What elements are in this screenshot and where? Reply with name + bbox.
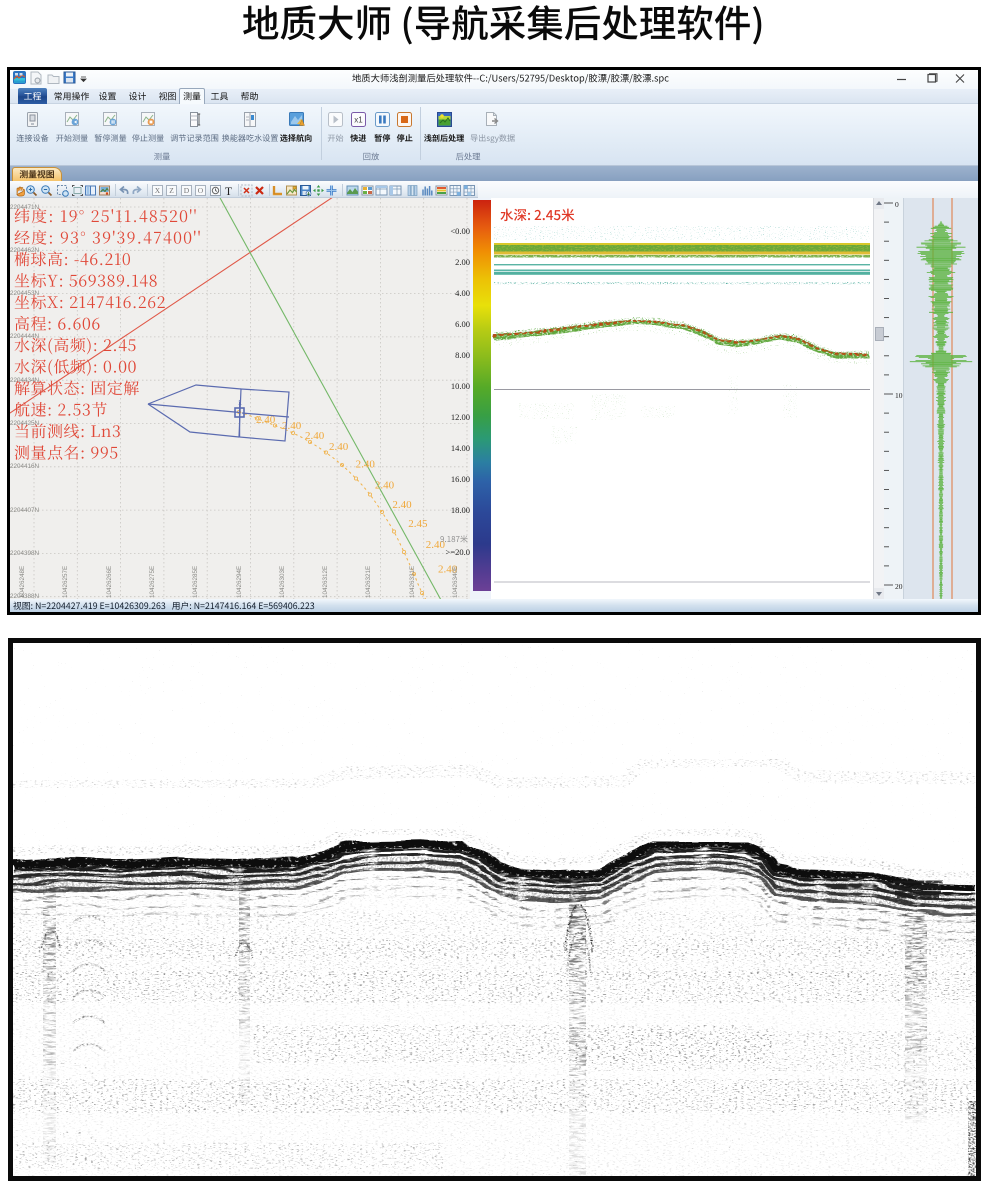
svg-text:0: 0 xyxy=(895,200,899,209)
svg-text:1: 1 xyxy=(238,400,242,407)
svg-text:20: 20 xyxy=(895,582,903,591)
svg-text:X: X xyxy=(154,186,160,195)
svg-text:x1: x1 xyxy=(354,116,363,125)
svg-text:T: T xyxy=(225,186,232,197)
svg-text:O: O xyxy=(198,186,204,195)
svg-text:Z: Z xyxy=(169,186,174,195)
svg-text:10: 10 xyxy=(895,391,903,400)
svg-text:D: D xyxy=(183,186,189,195)
